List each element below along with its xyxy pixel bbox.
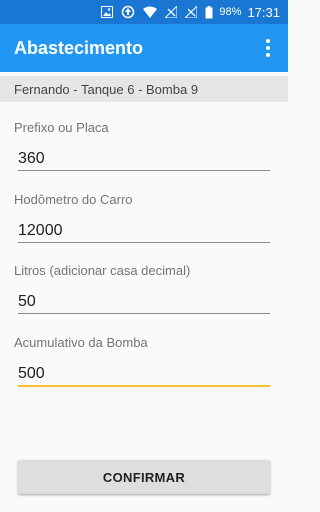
liters-field: Litros (adicionar casa decimal) 50	[14, 263, 270, 314]
odometer-field: Hodômetro do Carro 12000	[14, 192, 270, 243]
app-title: Abastecimento	[14, 37, 144, 58]
battery-icon	[205, 5, 213, 19]
image-icon	[101, 6, 114, 18]
liters-input[interactable]: 50	[18, 291, 270, 314]
plate-field: Prefixo ou Placa 360	[14, 120, 270, 171]
clock: 17:31	[247, 4, 280, 20]
more-vert-icon[interactable]	[256, 36, 280, 60]
odometer-input[interactable]: 12000	[18, 220, 270, 243]
pump-accumulated-field: Acumulativo da Bomba 500	[14, 335, 270, 387]
signal-off-icon	[185, 6, 198, 18]
app-bar: Abastecimento	[0, 24, 288, 72]
signal-off-icon	[165, 6, 178, 18]
confirm-button[interactable]: CONFIRMAR	[18, 460, 270, 494]
plate-label: Prefixo ou Placa	[14, 120, 109, 135]
status-bar: 98% 17:31	[0, 0, 288, 24]
wifi-icon	[143, 6, 158, 18]
plate-input[interactable]: 360	[18, 148, 270, 171]
sync-icon	[121, 5, 135, 19]
subheader: Fernando - Tanque 6 - Bomba 9	[0, 76, 288, 102]
battery-percent: 98%	[219, 6, 242, 18]
odometer-label: Hodômetro do Carro	[14, 192, 133, 207]
liters-label: Litros (adicionar casa decimal)	[14, 263, 191, 278]
pump-accumulated-input[interactable]: 500	[18, 363, 270, 387]
pump-accumulated-label: Acumulativo da Bomba	[14, 335, 148, 350]
